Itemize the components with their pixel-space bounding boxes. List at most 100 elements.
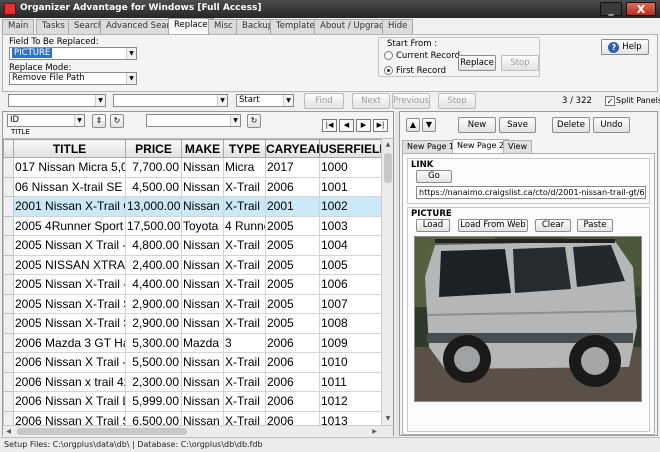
- cell-type[interactable]: X-Trail: [223, 352, 266, 373]
- grid-horizontal-scrollbar[interactable]: ◀ ▶: [3, 425, 393, 436]
- search-field-combo[interactable]: ▼: [8, 94, 106, 107]
- tab-main[interactable]: Main: [2, 19, 35, 34]
- cell-type[interactable]: X-Trail: [223, 196, 266, 217]
- go-button[interactable]: Go: [416, 170, 452, 183]
- cell-caryear[interactable]: 2005: [265, 254, 320, 275]
- table-row[interactable]: 2006 Mazda 3 GT Hatch5,300.00Mazda320061…: [3, 332, 381, 353]
- load-from-web-button[interactable]: Load From Web: [458, 219, 528, 232]
- tab-misc[interactable]: Misc: [208, 19, 239, 34]
- current-record-radio[interactable]: [384, 51, 393, 60]
- row-indicator[interactable]: [3, 235, 14, 256]
- row-indicator[interactable]: [3, 274, 14, 295]
- paste-button[interactable]: Paste: [577, 219, 613, 232]
- row-indicator[interactable]: [3, 332, 14, 353]
- grid-vertical-scrollbar[interactable]: ▲ ▼: [381, 139, 393, 425]
- cell-type[interactable]: X-Trail: [223, 274, 266, 295]
- scroll-left-icon[interactable]: ◀: [3, 426, 14, 437]
- cell-caryear[interactable]: 2006: [265, 332, 320, 353]
- next-record-icon[interactable]: ▶: [356, 119, 371, 132]
- records-grid[interactable]: TITLE PRICE MAKE TYPE CARYEAR USERFIELD …: [3, 139, 381, 436]
- row-indicator[interactable]: [3, 352, 14, 373]
- cell-make[interactable]: Nissan: [181, 371, 224, 392]
- last-record-icon[interactable]: ▶|: [373, 119, 388, 132]
- tab-hide[interactable]: Hide: [382, 19, 414, 34]
- table-row[interactable]: 2005 4Runner Sport17,500.00Toyota4 Runne…: [3, 215, 381, 236]
- cell-caryear[interactable]: 2005: [265, 235, 320, 256]
- cell-caryear[interactable]: 2006: [265, 352, 320, 373]
- scroll-down-icon[interactable]: ▼: [382, 413, 394, 425]
- filter-value-combo[interactable]: ▼: [146, 114, 241, 127]
- cell-make[interactable]: Nissan: [181, 176, 224, 197]
- cell-caryear[interactable]: 2005: [265, 274, 320, 295]
- tab-replace[interactable]: Replace: [168, 18, 214, 34]
- cell-caryear[interactable]: 2017: [265, 157, 320, 178]
- refresh-icon[interactable]: ↻: [247, 114, 261, 128]
- field-combo[interactable]: PICTURE ▼: [9, 47, 137, 60]
- cell-userfield[interactable]: 1011: [319, 371, 381, 392]
- cell-price[interactable]: 2,900.00: [125, 313, 182, 334]
- column-header-title[interactable]: TITLE: [13, 139, 126, 158]
- cell-make[interactable]: Nissan: [181, 313, 224, 334]
- cell-title[interactable]: 2006 Nissan X Trail - AWD: [13, 352, 126, 373]
- cell-caryear[interactable]: 2006: [265, 176, 320, 197]
- save-record-button[interactable]: Save: [499, 117, 536, 133]
- cell-price[interactable]: 5,500.00: [125, 352, 182, 373]
- cell-caryear[interactable]: 2005: [265, 215, 320, 236]
- sort-icon[interactable]: ⇕: [92, 114, 106, 128]
- cell-price[interactable]: 13,000.00: [125, 196, 182, 217]
- cell-price[interactable]: 5,300.00: [125, 332, 182, 353]
- cell-type[interactable]: X-Trail: [223, 391, 266, 412]
- column-header-make[interactable]: MAKE: [181, 139, 224, 158]
- table-row[interactable]: 2005 Nissan X-Trail SE2,900.00NissanX-Tr…: [3, 313, 381, 334]
- cell-type[interactable]: 4 Runner: [223, 215, 266, 236]
- find-button[interactable]: Find: [304, 93, 344, 109]
- tab-tasks[interactable]: Tasks: [36, 19, 71, 34]
- cell-make[interactable]: Nissan: [181, 293, 224, 314]
- cell-title[interactable]: 06 Nissan X-trail SE: [13, 176, 126, 197]
- cell-price[interactable]: 4,400.00: [125, 274, 182, 295]
- cell-caryear[interactable]: 2006: [265, 391, 320, 412]
- cell-type[interactable]: X-Trail: [223, 313, 266, 334]
- cell-caryear[interactable]: 2006: [265, 371, 320, 392]
- cell-type[interactable]: X-Trail: [223, 176, 266, 197]
- row-indicator[interactable]: [3, 313, 14, 334]
- cell-price[interactable]: 17,500.00: [125, 215, 182, 236]
- minimize-button[interactable]: _: [600, 2, 622, 16]
- cell-make[interactable]: Nissan: [181, 196, 224, 217]
- cell-make[interactable]: Nissan: [181, 157, 224, 178]
- cell-make[interactable]: Nissan: [181, 391, 224, 412]
- close-button[interactable]: X: [626, 2, 656, 16]
- cell-userfield[interactable]: 1002: [319, 196, 381, 217]
- cell-userfield[interactable]: 1009: [319, 332, 381, 353]
- delete-record-button[interactable]: Delete: [552, 117, 590, 133]
- cell-userfield[interactable]: 1003: [319, 215, 381, 236]
- mode-combo[interactable]: Remove File Path ▼: [9, 72, 137, 85]
- scroll-up-icon[interactable]: ▲: [382, 139, 394, 151]
- table-row[interactable]: 2005 Nissan X-Trail SE2,900.00NissanX-Tr…: [3, 293, 381, 314]
- undo-button[interactable]: Undo: [593, 117, 630, 133]
- cell-title[interactable]: 2005 4Runner Sport: [13, 215, 126, 236]
- cell-title[interactable]: 2001 Nissan X-Trail Gas: [13, 196, 126, 217]
- cell-type[interactable]: X-Trail: [223, 254, 266, 275]
- filter-field-combo[interactable]: ID ▼: [7, 114, 85, 127]
- table-row[interactable]: 2005 NISSAN XTRAIL 2,400.00 Nissan X-Trail 2…: [3, 254, 381, 275]
- cell-userfield[interactable]: 1004: [319, 235, 381, 256]
- cell-userfield[interactable]: 1007: [319, 293, 381, 314]
- table-row[interactable]: 2005 Nissan X Trail - AWD4,800.00NissanX…: [3, 235, 381, 256]
- table-row[interactable]: 2005 Nissan X-Trail - AWD4,400.00NissanX…: [3, 274, 381, 295]
- cell-make[interactable]: Nissan: [181, 254, 224, 275]
- cell-price[interactable]: 2,300.00: [125, 371, 182, 392]
- table-row[interactable]: 017 Nissan Micra 5,000 km7,700.00NissanM…: [3, 157, 381, 178]
- cell-userfield[interactable]: 1005: [319, 254, 381, 275]
- cell-type[interactable]: Micra: [223, 157, 266, 178]
- cell-price[interactable]: 2,400.00: [125, 254, 182, 275]
- cell-type[interactable]: X-Trail: [223, 293, 266, 314]
- cell-title[interactable]: 2005 Nissan X-Trail - AWD: [13, 274, 126, 295]
- cell-make[interactable]: Nissan: [181, 274, 224, 295]
- cell-title[interactable]: 2005 Nissan X-Trail SE: [13, 293, 126, 314]
- up-arrow-icon[interactable]: ▲: [406, 118, 420, 132]
- column-header-userfield[interactable]: USERFIELD: [319, 139, 381, 158]
- cell-title[interactable]: 2005 Nissan X Trail - AWD: [13, 235, 126, 256]
- cell-title[interactable]: 017 Nissan Micra 5,000 km: [13, 157, 126, 178]
- scrollbar-thumb[interactable]: [384, 153, 392, 183]
